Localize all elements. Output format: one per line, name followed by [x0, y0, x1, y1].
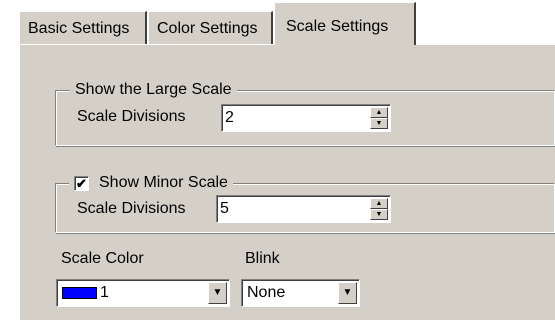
tab-scale-settings[interactable]: Scale Settings — [274, 2, 416, 45]
minor-scale-divisions-value: 5 — [220, 200, 229, 217]
tab-color-settings[interactable]: Color Settings — [148, 11, 273, 45]
minor-scale-divisions-input[interactable]: 5 ▲ ▼ — [216, 195, 391, 223]
scale-color-label: Scale Color — [61, 250, 144, 267]
spin-down-arrow-icon[interactable]: ▼ — [370, 118, 388, 129]
spin-up-arrow-icon[interactable]: ▲ — [370, 198, 388, 209]
dropdown-arrow-icon[interactable]: ▼ — [208, 282, 227, 304]
minor-scale-divisions-spinner: ▲ ▼ — [370, 198, 388, 220]
dropdown-arrow-icon[interactable]: ▼ — [338, 282, 357, 304]
minor-scale-legend: ✔ Show Minor Scale — [69, 174, 233, 192]
large-scale-divisions-spinner: ▲ ▼ — [370, 107, 388, 129]
large-scale-divisions-value: 2 — [225, 109, 234, 126]
checkmark-icon: ✔ — [76, 175, 87, 191]
blink-label: Blink — [245, 250, 280, 267]
minor-scale-divisions-label: Scale Divisions — [77, 200, 186, 217]
spin-up-arrow-icon[interactable]: ▲ — [370, 107, 388, 118]
tab-basic-settings[interactable]: Basic Settings — [19, 11, 147, 45]
scale-color-number: 1 — [100, 284, 109, 301]
spin-down-arrow-icon[interactable]: ▼ — [370, 209, 388, 220]
large-scale-divisions-label: Scale Divisions — [77, 108, 186, 125]
blink-select[interactable]: None ▼ — [241, 279, 360, 307]
large-scale-divisions-input[interactable]: 2 ▲ ▼ — [221, 104, 391, 132]
scale-settings-dialog: Basic Settings Color Settings Scale Sett… — [0, 0, 555, 320]
large-scale-title: Show the Large Scale — [70, 81, 237, 99]
scale-color-value: 1 — [62, 284, 109, 302]
scale-color-swatch — [62, 287, 97, 299]
show-minor-scale-checkbox[interactable]: ✔ — [74, 175, 89, 191]
scale-color-select[interactable]: 1 ▼ — [56, 279, 230, 307]
minor-scale-title: Show Minor Scale — [99, 174, 228, 191]
blink-value: None — [247, 284, 286, 301]
